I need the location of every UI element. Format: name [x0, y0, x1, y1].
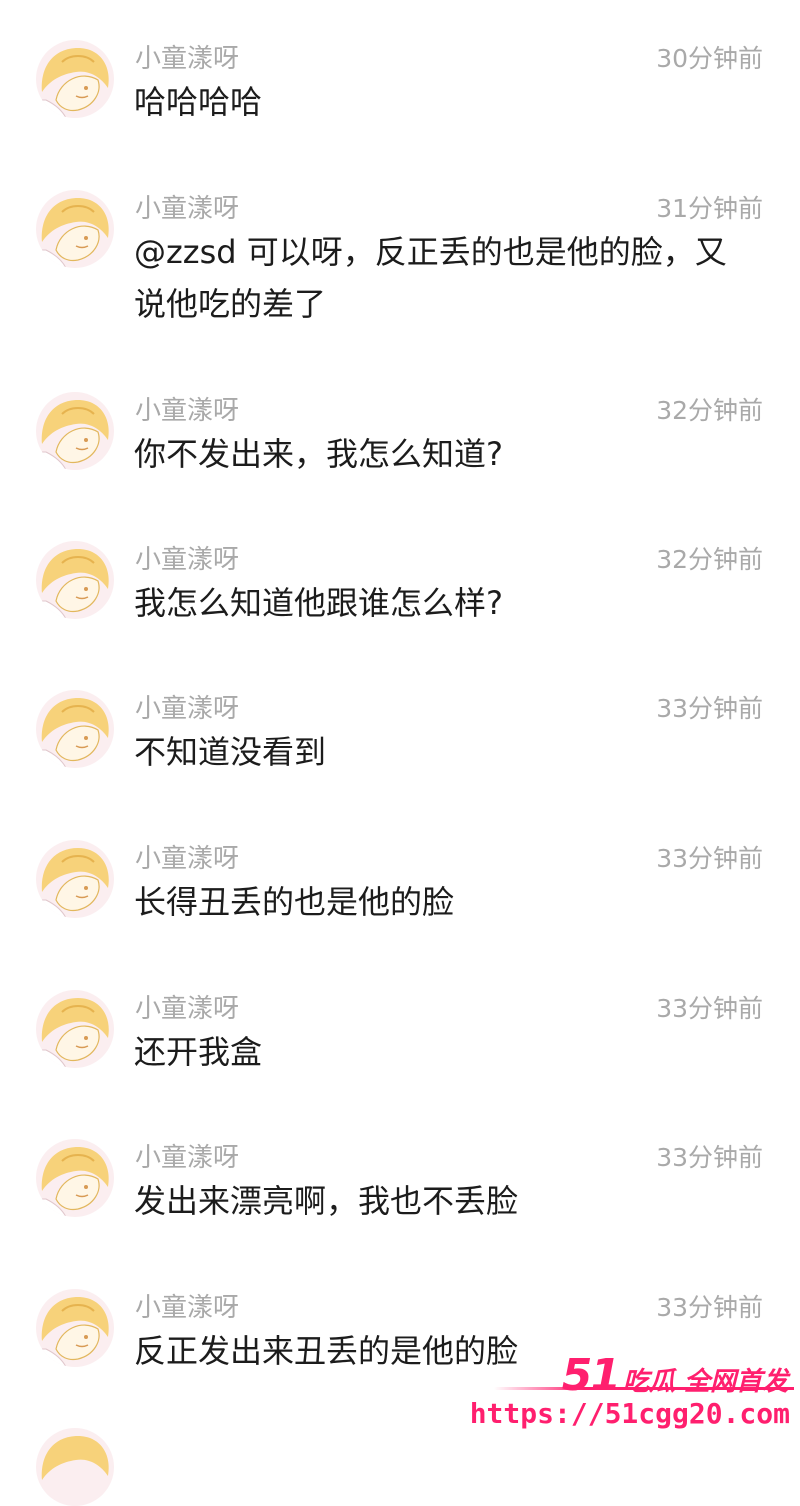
- anime-girl-avatar-icon: [36, 40, 114, 118]
- avatar[interactable]: [36, 990, 114, 1068]
- watermark-divider: [494, 1387, 794, 1390]
- comment-text: 你不发出来，我怎么知道?: [134, 435, 503, 473]
- comment-time: 31分钟前: [656, 194, 763, 223]
- watermark-brand: 51 吃瓜 全网首发: [562, 1350, 788, 1401]
- comment-username[interactable]: 小童漾呀: [135, 42, 239, 76]
- avatar[interactable]: [36, 840, 114, 918]
- comment-text: 不知道没看到: [134, 733, 327, 771]
- comment-text: 我怎么知道他跟谁怎么样?: [134, 584, 503, 622]
- comment-text: @zzsd 可以呀，反正丢的也是他的脸，又说他吃的差了: [134, 233, 727, 323]
- anime-girl-avatar-icon: [36, 840, 114, 918]
- comment-text: 发出来漂亮啊，我也不丢脸: [134, 1182, 519, 1220]
- watermark-number: 51: [561, 1350, 621, 1401]
- avatar[interactable]: [36, 392, 114, 470]
- anime-girl-avatar-icon: [36, 990, 114, 1068]
- comment-time: 33分钟前: [656, 844, 763, 873]
- watermark-slogan: 吃瓜 全网首发: [622, 1367, 788, 1397]
- anime-girl-avatar-icon: [36, 1139, 114, 1217]
- watermark-url: https://51cgg20.com: [469, 1397, 790, 1430]
- comment-time: 33分钟前: [656, 1143, 763, 1172]
- anime-girl-avatar-icon: [36, 541, 114, 619]
- anime-girl-avatar-icon: [36, 1289, 114, 1367]
- comment-username[interactable]: 小童漾呀: [135, 1141, 239, 1175]
- comment-time: 33分钟前: [656, 1293, 763, 1322]
- comment-time: 32分钟前: [656, 396, 763, 425]
- comment-username[interactable]: 小童漾呀: [135, 394, 239, 428]
- avatar[interactable]: [36, 1289, 114, 1367]
- comment-text: 长得丑丢的也是他的脸: [134, 883, 455, 921]
- avatar[interactable]: [36, 690, 114, 768]
- avatar[interactable]: [36, 1139, 114, 1217]
- comment-time: 32分钟前: [656, 545, 763, 574]
- comment-username[interactable]: 小童漾呀: [135, 1291, 239, 1325]
- avatar[interactable]: [36, 190, 114, 268]
- anime-girl-avatar-icon: [36, 690, 114, 768]
- comment-text: 还开我盒: [134, 1033, 263, 1071]
- anime-girl-avatar-icon: [36, 190, 114, 268]
- avatar[interactable]: [36, 40, 114, 118]
- comment-time: 33分钟前: [656, 994, 763, 1023]
- comment-text: 哈哈哈哈: [134, 83, 263, 121]
- comment-time: 30分钟前: [656, 44, 763, 73]
- watermark: 51 吃瓜 全网首发 https://51cgg20.com: [470, 1350, 794, 1430]
- anime-girl-avatar-icon: [36, 392, 114, 470]
- comment-username[interactable]: 小童漾呀: [135, 192, 239, 226]
- comment-username[interactable]: 小童漾呀: [135, 992, 239, 1026]
- comment-time: 33分钟前: [656, 694, 763, 723]
- avatar[interactable]: [36, 541, 114, 619]
- comment-username[interactable]: 小童漾呀: [135, 692, 239, 726]
- comment-username[interactable]: 小童漾呀: [135, 543, 239, 577]
- comment-username[interactable]: 小童漾呀: [135, 842, 239, 876]
